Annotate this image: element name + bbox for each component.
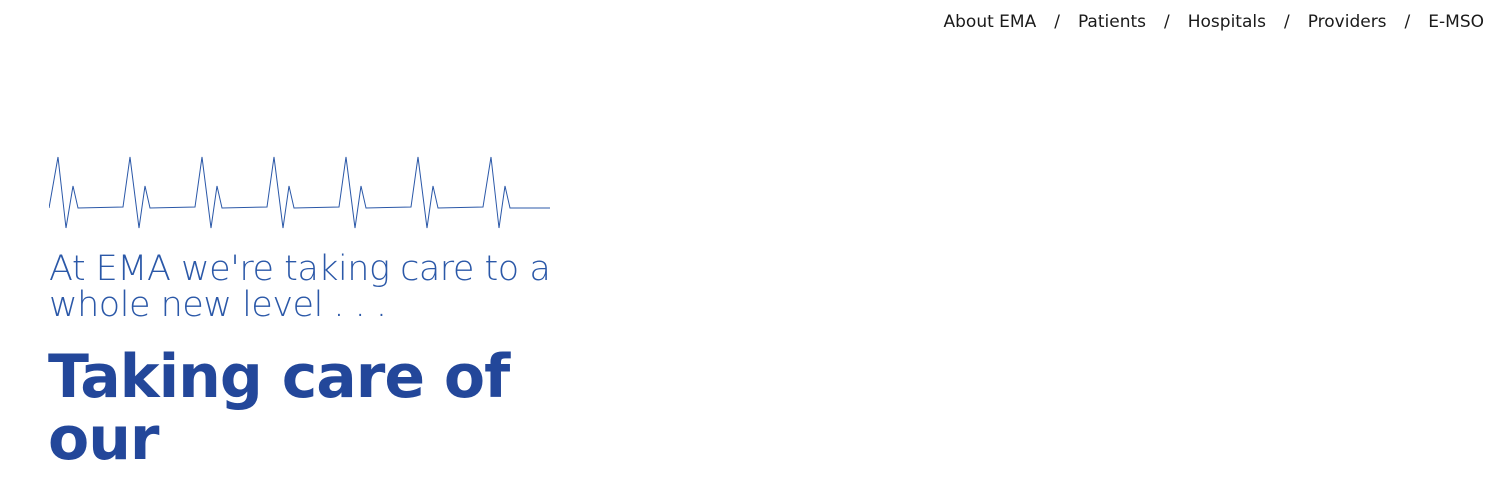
hero-tagline: At EMA we're taking care to a whole new … (49, 249, 551, 325)
hero-headline: Taking care of our (48, 342, 510, 474)
nav-separator: / (1283, 12, 1290, 32)
nav-separator: / (1404, 12, 1411, 32)
top-nav: About EMA / Patients / Hospitals / Provi… (944, 12, 1485, 32)
page: About EMA / Patients / Hospitals / Provi… (0, 0, 1491, 496)
nav-link-e-mso[interactable]: E-MSO (1428, 12, 1484, 32)
nav-link-hospitals[interactable]: Hospitals (1188, 12, 1266, 32)
heartbeat-line-graphic (49, 156, 550, 229)
nav-link-about-ema[interactable]: About EMA (944, 12, 1037, 32)
nav-link-patients[interactable]: Patients (1078, 12, 1146, 32)
nav-separator: / (1054, 12, 1060, 32)
nav-link-providers[interactable]: Providers (1308, 12, 1387, 32)
nav-separator: / (1164, 12, 1170, 32)
